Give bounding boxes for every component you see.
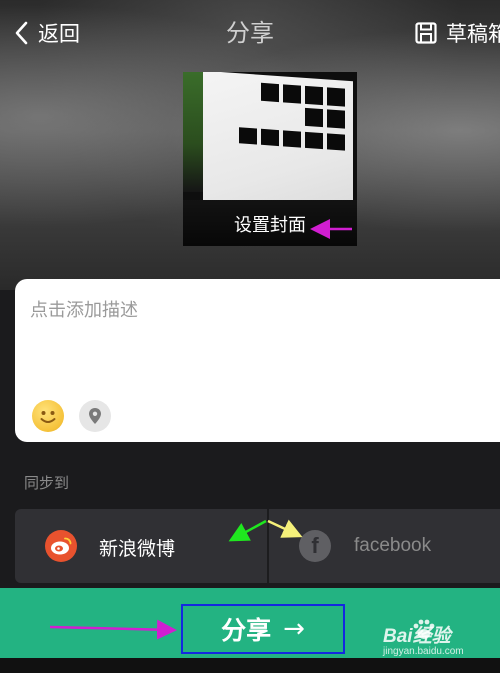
baidu-jingyan-watermark: Bai经验 jingyan.baidu.com — [383, 621, 500, 661]
share-label: 分享 — [221, 616, 272, 645]
drafts-label: 草稿箱 — [446, 22, 500, 46]
save-icon — [415, 22, 437, 44]
description-card — [15, 279, 500, 442]
emoji-icon[interactable] — [32, 400, 64, 432]
top-bar: 返回 分享 草稿箱 — [0, 0, 500, 66]
sync-targets-panel: 新浪微博 f facebook — [15, 509, 500, 583]
arrow-right-icon: → — [283, 614, 305, 644]
smile-face-icon — [40, 411, 56, 423]
facebook-icon: f — [299, 530, 331, 562]
drafts-button[interactable]: 草稿箱 — [414, 16, 500, 50]
sync-to-label: 同步到 — [24, 474, 70, 492]
sync-facebook-toggle[interactable]: f facebook — [269, 509, 500, 583]
weibo-icon — [45, 530, 77, 562]
map-pin-icon — [89, 408, 101, 424]
cover-thumbnail[interactable]: 设置封面 — [183, 72, 357, 246]
share-button[interactable]: 分享 → — [181, 604, 345, 654]
facebook-label: facebook — [354, 535, 432, 556]
location-pin-icon[interactable] — [79, 400, 111, 432]
weibo-label: 新浪微博 — [99, 538, 176, 560]
watermark-brand: Bai经验 — [383, 626, 451, 647]
sync-weibo-toggle[interactable]: 新浪微博 — [15, 509, 267, 583]
watermark-url: jingyan.baidu.com — [383, 646, 464, 657]
description-input[interactable] — [30, 295, 490, 325]
set-cover-label: 设置封面 — [234, 215, 306, 236]
